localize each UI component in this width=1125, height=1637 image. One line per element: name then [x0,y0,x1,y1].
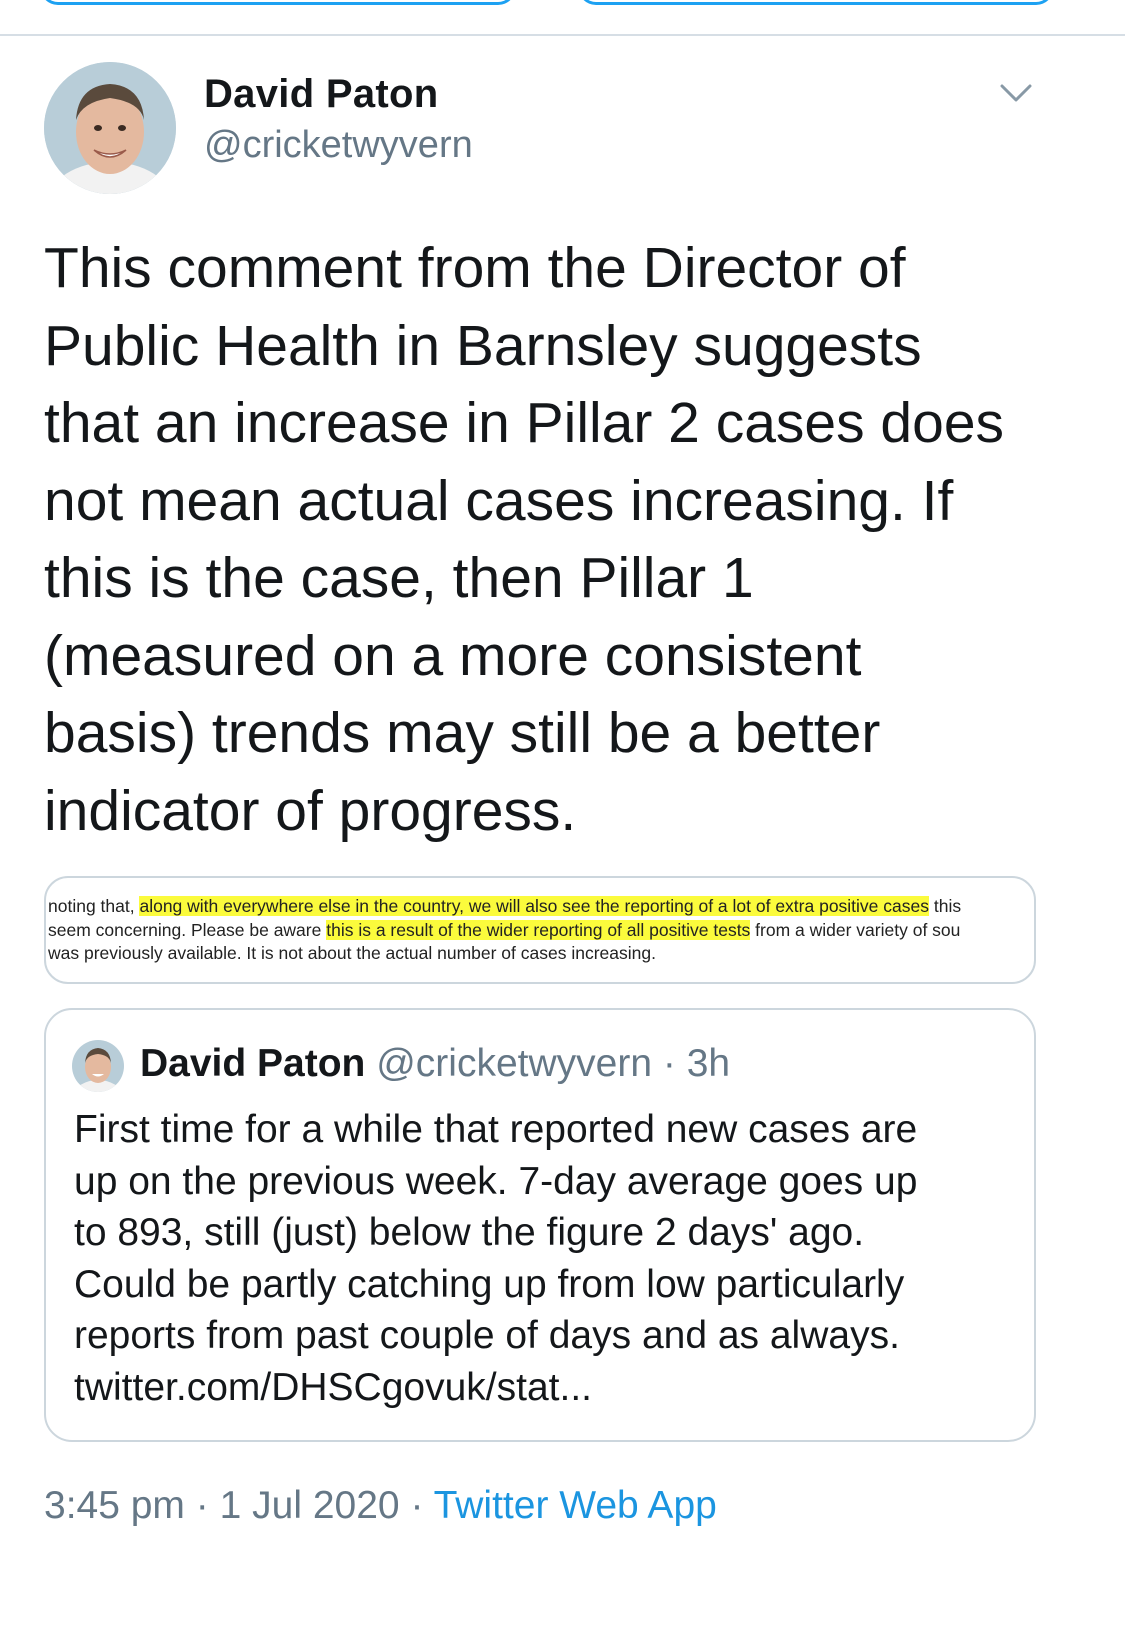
top-divider [0,34,1125,36]
tab-indicator-left [40,0,516,5]
avatar-photo [44,62,176,194]
image-text-segment: this [929,896,962,916]
attached-image[interactable]: noting that, along with everywhere else … [44,876,1036,984]
highlighted-text: along with everywhere else in the countr… [139,896,929,916]
meta-separator: · [410,1484,424,1527]
tab-indicator-right [578,0,1054,5]
quoted-tweet[interactable]: David Paton @cricketwyvern · 3h First ti… [44,1008,1036,1442]
highlighted-text: this is a result of the wider reporting … [326,920,751,940]
tweet-date[interactable]: 1 Jul 2020 [220,1484,400,1527]
image-text-segment: noting that, [48,896,140,916]
tweet-metadata: 3:45 pm · 1 Jul 2020 · Twitter Web App [44,1484,717,1528]
author-avatar[interactable] [44,62,176,194]
quoted-author-handle: @cricketwyvern [376,1042,653,1085]
quoted-author-name: David Paton [140,1042,366,1085]
image-text-line: seem concerning. Please be aware this is… [48,920,960,941]
quoted-tweet-age: · 3h [662,1042,731,1085]
quoted-tweet-header: David Paton @cricketwyvern · 3h [140,1042,730,1086]
image-text-segment: seem concerning. Please be aware [48,920,327,940]
tweet-source-link[interactable]: Twitter Web App [434,1484,717,1527]
image-text-segment: from a wider variety of sou [750,920,961,940]
meta-separator: · [195,1484,209,1527]
chevron-down-icon[interactable] [998,78,1034,106]
tweet-time[interactable]: 3:45 pm [44,1484,185,1527]
author-name[interactable]: David Paton [204,72,438,117]
author-handle[interactable]: @cricketwyvern [204,124,473,167]
quoted-tweet-text: First time for a while that reported new… [74,1108,918,1409]
tweet-text: This comment from the Director of Public… [44,236,1005,843]
image-text-line: noting that, along with everywhere else … [48,896,961,917]
quoted-author-avatar [72,1040,124,1092]
image-text-line: was previously available. It is not abou… [48,943,656,963]
